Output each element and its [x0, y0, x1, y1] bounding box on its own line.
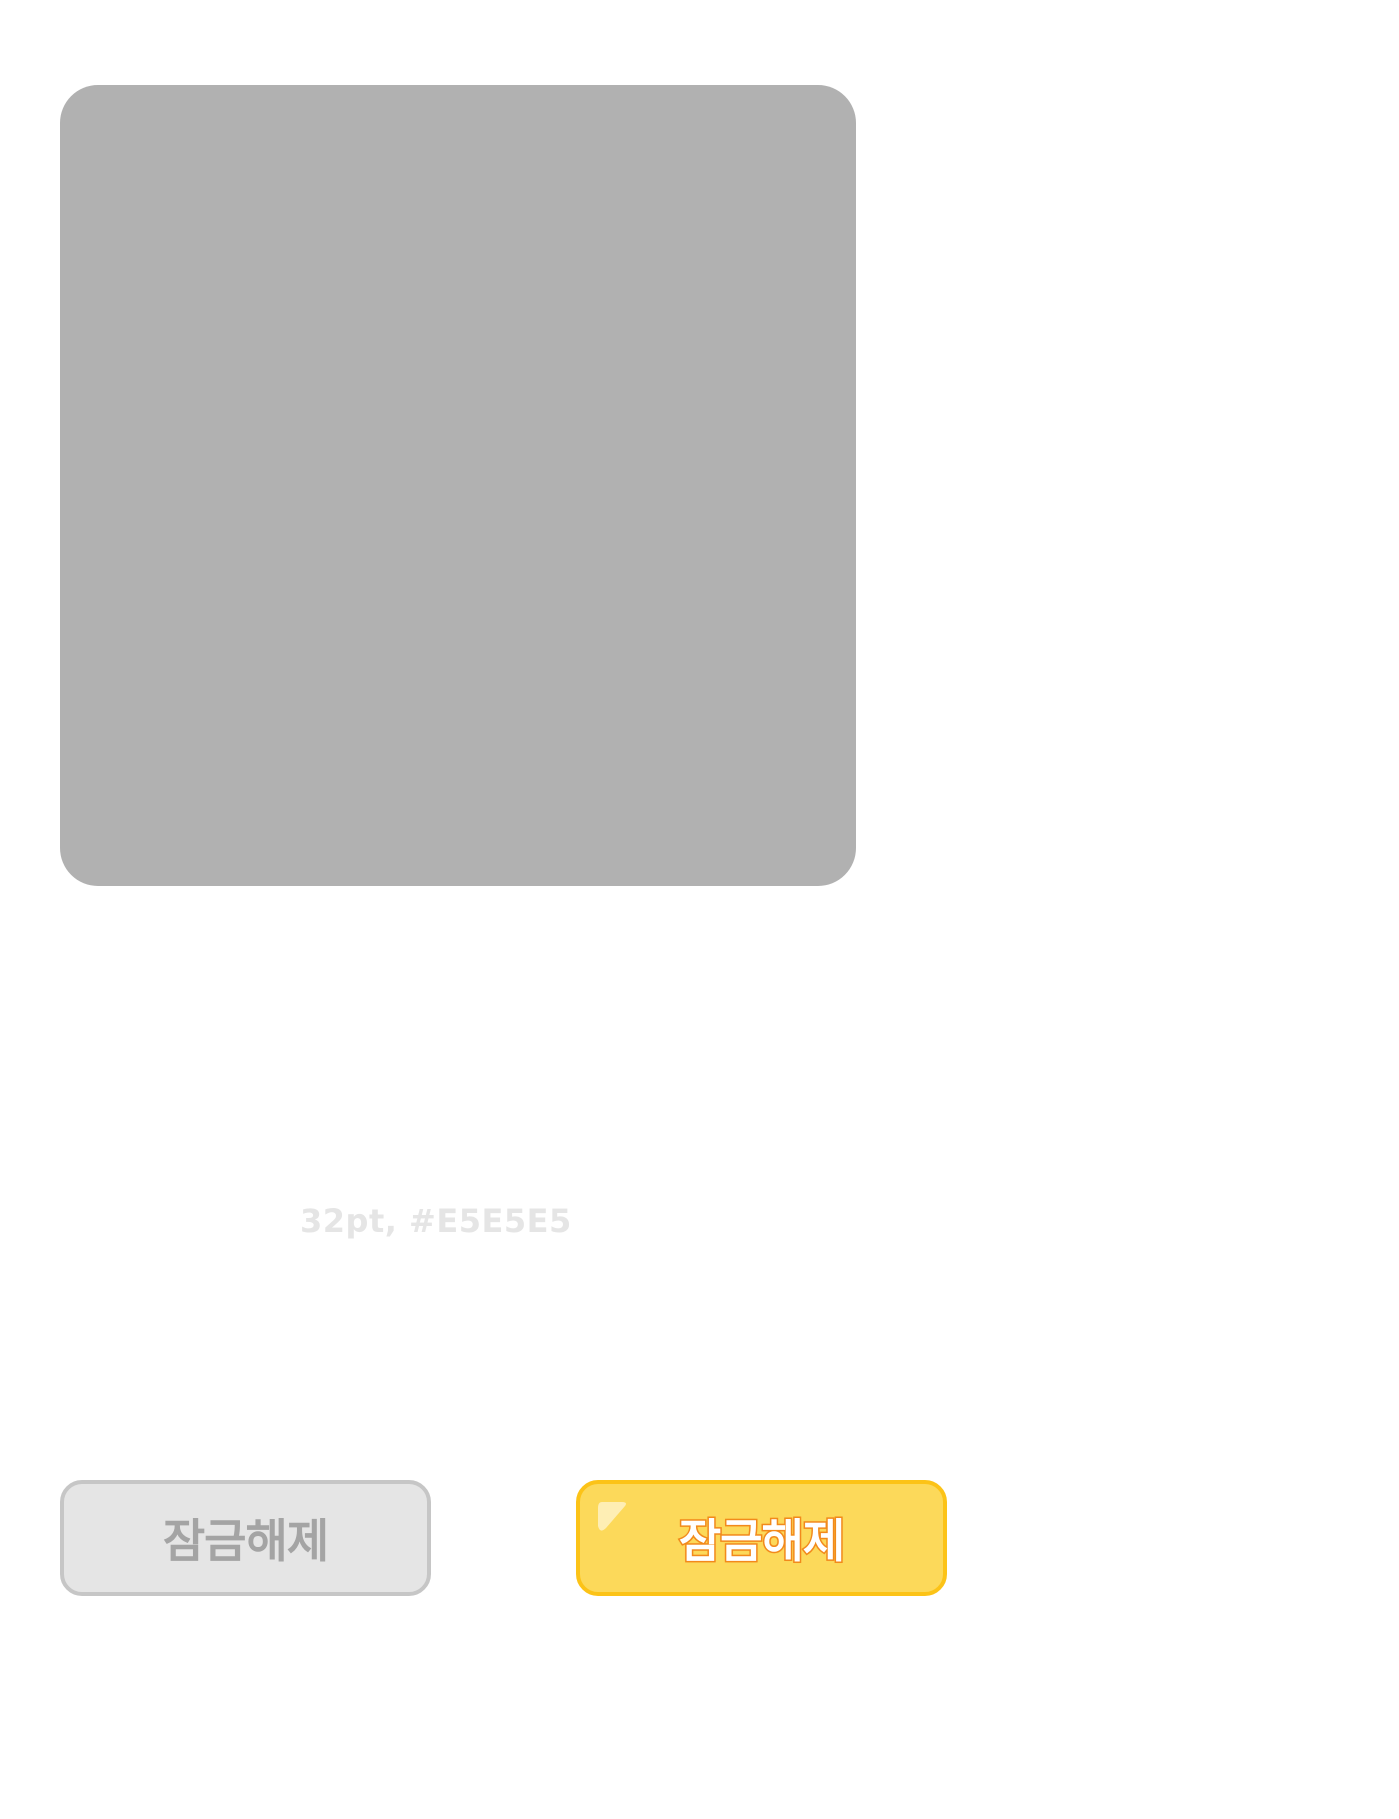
unlock-button-label: 잠금해제: [677, 1513, 846, 1570]
unlock-button-disabled[interactable]: 잠금해제: [60, 1480, 431, 1596]
unlock-button-label: 잠금해제: [162, 1514, 329, 1568]
image-placeholder: [60, 85, 856, 886]
spec-caption: 32pt, #E5E5E5: [300, 1202, 572, 1240]
gloss-highlight-icon: [598, 1502, 626, 1531]
unlock-button-active[interactable]: 잠금해제: [576, 1480, 947, 1596]
